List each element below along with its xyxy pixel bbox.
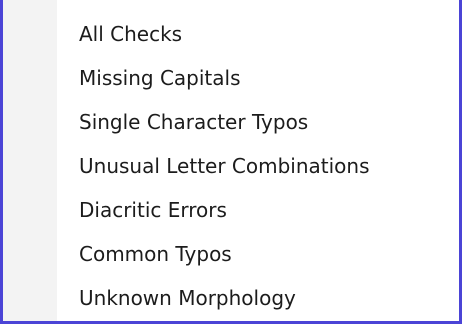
menu-items-list: All Checks Missing Capitals Single Chara… [3,12,459,320]
menu-item-all-checks[interactable]: All Checks [3,12,459,56]
menu-item-diacritic-errors[interactable]: Diacritic Errors [3,188,459,232]
menu-item-missing-capitals[interactable]: Missing Capitals [3,56,459,100]
menu-item-common-typos[interactable]: Common Typos [3,232,459,276]
check-type-menu: All Checks Missing Capitals Single Chara… [0,0,462,324]
menu-item-unknown-morphology[interactable]: Unknown Morphology [3,276,459,320]
menu-item-single-character-typos[interactable]: Single Character Typos [3,100,459,144]
menu-item-unusual-letter-combinations[interactable]: Unusual Letter Combinations [3,144,459,188]
